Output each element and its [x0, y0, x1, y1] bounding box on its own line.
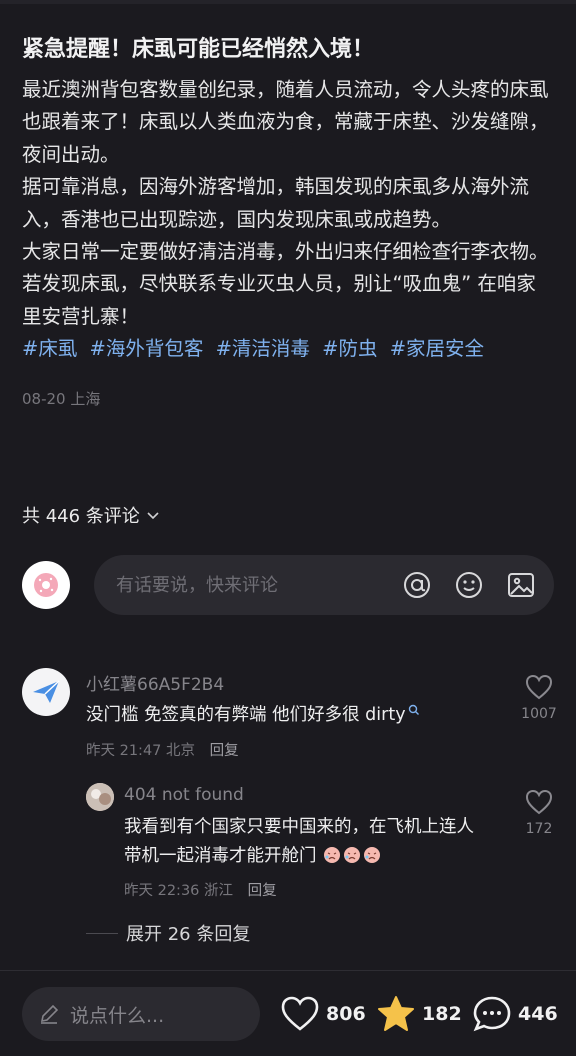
comment-input[interactable]	[116, 574, 406, 596]
pencil-icon	[40, 1004, 59, 1024]
post-date: 08-20	[22, 389, 66, 408]
comment-like-button[interactable]: 172	[519, 789, 559, 837]
comment-composer	[22, 555, 554, 615]
post-body: 最近澳洲背包客数量创纪录，随着人员流动，令人头疼的床虱也跟着来了！床虱以人类血液…	[22, 74, 554, 333]
tag-link[interactable]: #防虫	[322, 337, 377, 360]
avatar[interactable]	[86, 783, 114, 811]
top-divider	[0, 0, 576, 4]
comment-like-button[interactable]: 1007	[519, 674, 559, 722]
post-location: 上海	[70, 389, 101, 408]
comment-location: 浙江	[204, 883, 234, 899]
comment-text: 没门槛 免签真的有弊端 他们好多很 dirty	[86, 701, 486, 730]
comment-text-content: 没门槛 免签真的有弊端 他们好多很 dirty	[86, 705, 406, 725]
emoji-icon[interactable]	[454, 570, 484, 600]
post-title: 紧急提醒！床虱可能已经悄然入境！	[22, 37, 375, 62]
expand-replies-button[interactable]: 展开 26 条回复	[86, 920, 250, 946]
paper-plane-icon	[33, 680, 60, 703]
comment-text: 我看到有个国家只要中国来的，在飞机上连人带机一起消毒才能开舱门	[124, 813, 484, 871]
crying-face-icon	[364, 847, 381, 863]
at-icon[interactable]	[402, 570, 432, 600]
star-icon	[378, 996, 414, 1031]
like-button[interactable]: 806	[280, 995, 366, 1033]
say-placeholder: 说点什么...	[70, 1004, 165, 1027]
divider	[86, 932, 118, 934]
donut-icon	[34, 573, 58, 597]
collect-button[interactable]: 182	[376, 995, 462, 1033]
reply-button[interactable]: 回复	[210, 743, 239, 759]
avatar-photo-icon	[86, 783, 114, 811]
like-count: 1007	[521, 706, 557, 722]
search-icon	[408, 704, 419, 715]
comment-author[interactable]: 小红薯66A5F2B4	[86, 670, 224, 695]
say-something-input[interactable]: 说点什么...	[22, 987, 260, 1041]
heart-icon	[281, 996, 319, 1031]
comment-time: 昨天 22:36	[124, 883, 200, 899]
collect-count: 182	[422, 1003, 462, 1025]
image-icon[interactable]	[506, 570, 536, 600]
comment-meta: 昨天 22:36 浙江 回复	[124, 879, 277, 900]
chevron-down-icon	[147, 512, 159, 520]
comment-button[interactable]: 446	[472, 995, 558, 1033]
comment-author[interactable]: 404 not found	[124, 785, 244, 805]
heart-icon	[525, 674, 553, 700]
tag-link[interactable]: #海外背包客	[90, 337, 204, 360]
like-count: 172	[525, 821, 553, 837]
like-count: 806	[326, 1003, 366, 1025]
post-content: 紧急提醒！床虱可能已经悄然入境！ 最近澳洲背包客数量创纪录，随着人员流动，令人头…	[22, 30, 554, 409]
tag-link[interactable]: #床虱	[22, 337, 77, 360]
post-meta: 08-20 上海	[22, 388, 554, 409]
comment-count-toggle[interactable]: 共 446 条评论	[22, 502, 160, 528]
crying-face-icon	[344, 847, 361, 863]
post-paragraph: 据可靠消息，因海外游客增加，韩国发现的床虱多从海外流入，香港也已出现踪迹，国内发…	[22, 175, 530, 231]
comment-text-content: 我看到有个国家只要中国来的，在飞机上连人带机一起消毒才能开舱门	[124, 817, 474, 866]
post-tags: #床虱 #海外背包客 #清洁消毒 #防虫 #家居安全	[22, 333, 554, 365]
expand-replies-label: 展开 26 条回复	[126, 924, 251, 945]
post-paragraph: 大家日常一定要做好清洁消毒，外出归来仔细检查行李衣物。若发现床虱，尽快联系专业灭…	[22, 240, 549, 328]
post-paragraph: 最近澳洲背包客数量创纪录，随着人员流动，令人头疼的床虱也跟着来了！床虱以人类血液…	[22, 78, 549, 166]
tag-link[interactable]: #家居安全	[390, 337, 484, 360]
comment-meta: 昨天 21:47 北京 回复	[86, 739, 239, 760]
avatar[interactable]	[22, 561, 70, 609]
avatar[interactable]	[22, 668, 70, 716]
bottom-action-bar: 说点什么... 806 182 446	[0, 970, 576, 1056]
tag-link[interactable]: #清洁消毒	[216, 337, 310, 360]
heart-icon	[525, 789, 553, 815]
comment-time: 昨天 21:47	[86, 743, 162, 759]
comment-count: 446	[518, 1003, 558, 1025]
crying-face-icon	[324, 847, 341, 863]
comment-input-box[interactable]	[94, 555, 554, 615]
comment-location: 北京	[166, 743, 196, 759]
chat-bubble-icon	[473, 996, 511, 1032]
reply-button[interactable]: 回复	[248, 883, 277, 899]
comment-count-label: 共 446 条评论	[22, 506, 140, 527]
